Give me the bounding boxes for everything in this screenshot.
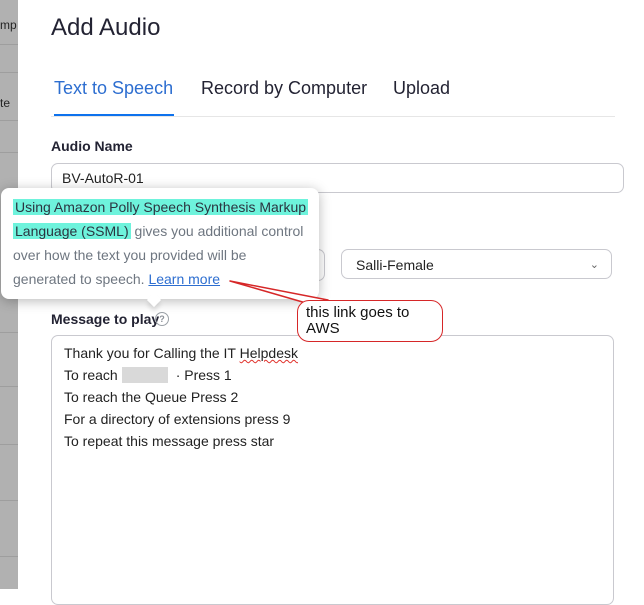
annotation-pointer xyxy=(229,280,329,304)
annotation-callout: this link goes to AWS xyxy=(297,300,443,342)
